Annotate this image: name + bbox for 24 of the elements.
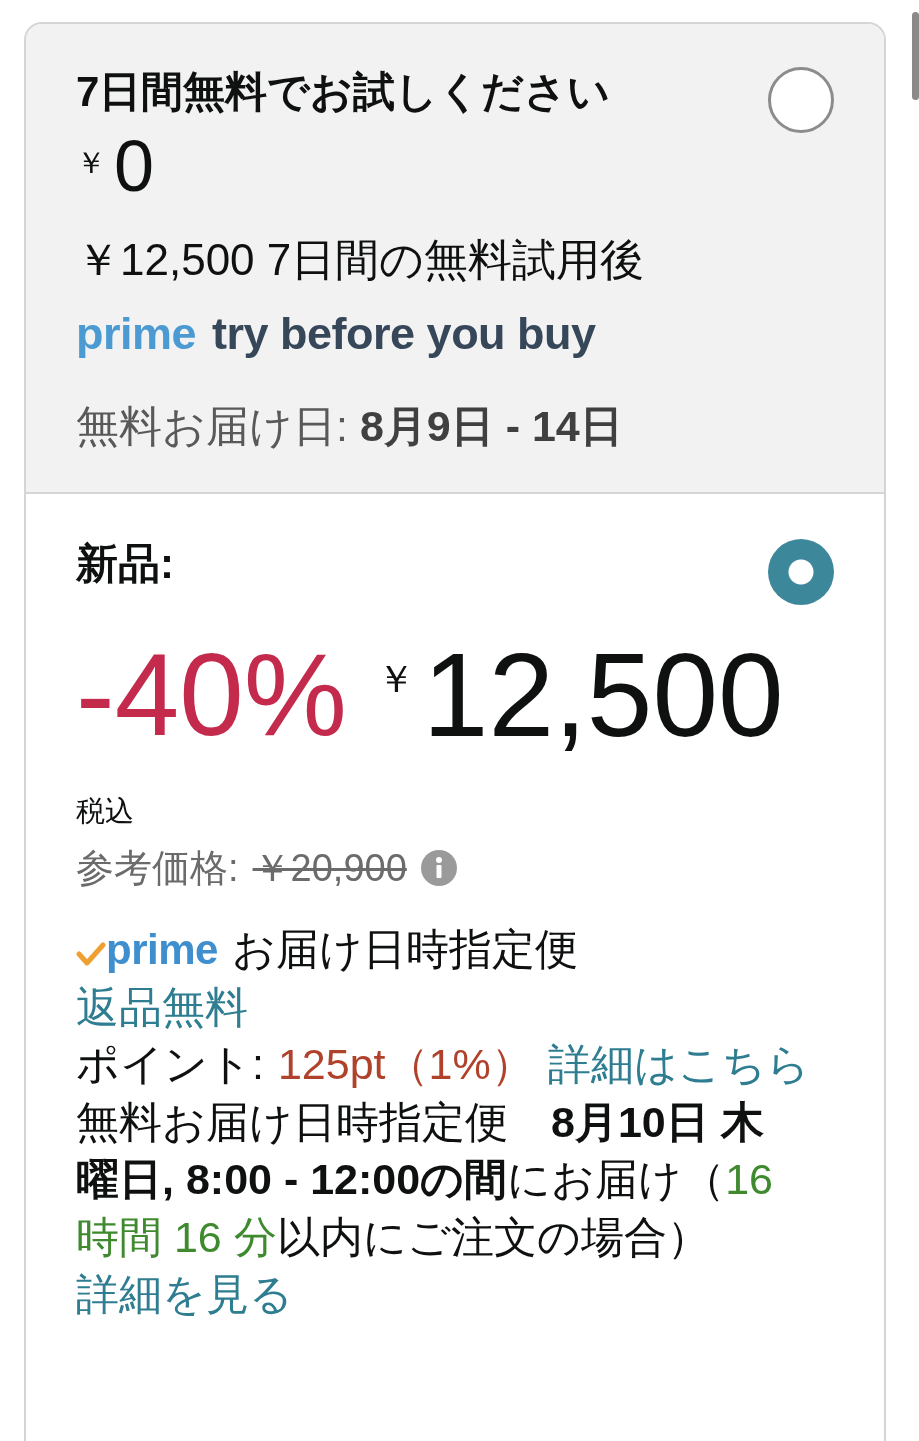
discount-percent: -40% — [76, 634, 347, 757]
tax-note: 税込 — [76, 794, 135, 829]
after-trial-price: ￥12,500 7日間の無料試用後 — [76, 234, 646, 286]
points-value: 125pt（1%） — [277, 1039, 534, 1090]
delivery-details-text: 無料お届け日時指定便 8月10日 木曜日, 8:00 - 12:00の間にお届け（16 時間 16 分以内にご注文の場合） — [76, 1096, 774, 1263]
check-icon — [76, 941, 106, 968]
delivery-service-text: お届け日時指定便 — [231, 924, 578, 975]
price-amount: 12,500 — [422, 634, 784, 757]
program-tagline: try before you buy — [212, 307, 596, 361]
points-details-link[interactable]: 詳細はこちら — [547, 1036, 810, 1094]
reference-price-label: 参考価格: — [76, 846, 239, 891]
prime-logo: prime — [76, 307, 197, 361]
prime-logo: prime — [106, 925, 218, 975]
delivery-date: 無料お届け日: 8月9日 - 14日 — [76, 401, 624, 452]
info-icon[interactable] — [420, 850, 457, 886]
points-label: ポイント: — [76, 1039, 264, 1090]
reference-price: ￥20,900 — [252, 846, 407, 891]
option-title: 新品: — [76, 539, 174, 589]
currency-symbol: ￥ — [376, 660, 415, 698]
option-title: 7日間無料でお試しください — [76, 67, 611, 117]
free-returns-link[interactable]: 返品無料 — [76, 978, 248, 1036]
price-amount: 0 — [114, 126, 155, 206]
currency-symbol: ￥ — [76, 148, 106, 178]
see-details-link[interactable]: 詳細を見る — [76, 1266, 293, 1324]
